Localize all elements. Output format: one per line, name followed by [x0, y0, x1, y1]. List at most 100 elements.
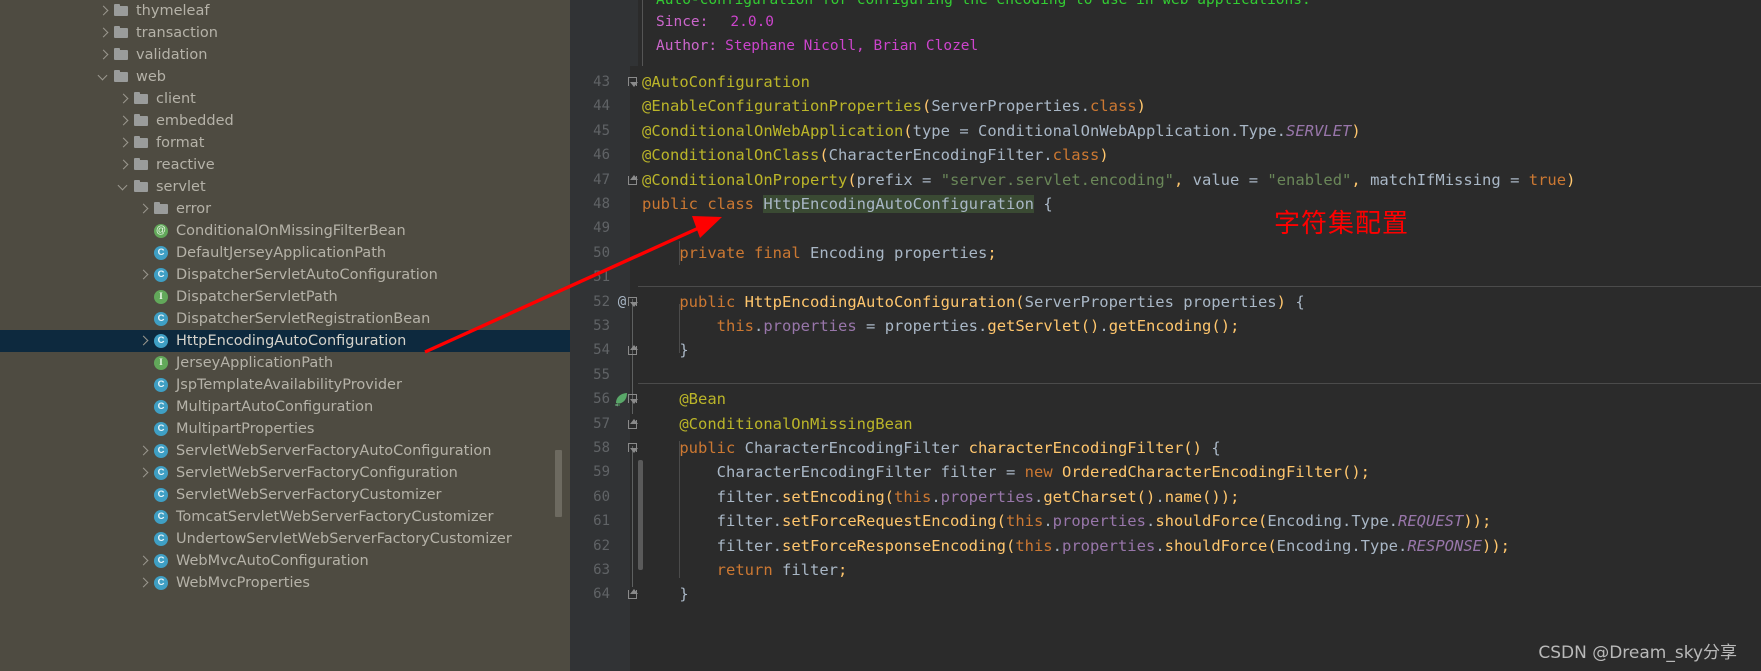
- tree-item-reactive[interactable]: reactive: [0, 154, 570, 176]
- code-line[interactable]: CharacterEncodingFilter filter = new Ord…: [642, 460, 1370, 484]
- code-line[interactable]: }: [642, 338, 688, 362]
- code-line[interactable]: @ConditionalOnMissingBean: [642, 412, 912, 436]
- fold-end-icon[interactable]: [628, 582, 641, 606]
- fold-end-icon[interactable]: [628, 338, 641, 362]
- code-token: (: [1267, 536, 1277, 555]
- code-token: ,: [1351, 170, 1361, 189]
- code-token: ;: [987, 243, 997, 262]
- code-line[interactable]: public CharacterEncodingFilter character…: [642, 436, 1220, 460]
- tree-item-label: ServletWebServerFactoryConfiguration: [176, 465, 458, 481]
- fold-collapse-icon[interactable]: [628, 436, 641, 460]
- tree-item-transaction[interactable]: transaction: [0, 22, 570, 44]
- chevron-right-icon[interactable]: [116, 154, 132, 176]
- editor-vertical-scrollbar[interactable]: [638, 460, 643, 570]
- chevron-right-icon[interactable]: [136, 264, 152, 286]
- code-token: ): [1351, 121, 1361, 140]
- tree-item-jerseyapplicationpath[interactable]: JerseyApplicationPath: [0, 352, 570, 374]
- override-at-icon[interactable]: @: [614, 290, 630, 314]
- chevron-right-icon[interactable]: [136, 550, 152, 572]
- tree-item-jsptemplateavailabilityprovider[interactable]: JspTemplateAvailabilityProvider: [0, 374, 570, 396]
- code-token: filter: [782, 561, 838, 579]
- tree-item-servletwebserverfactoryconfiguration[interactable]: ServletWebServerFactoryConfiguration: [0, 462, 570, 484]
- code-line[interactable]: public HttpEncodingAutoConfiguration(Ser…: [642, 290, 1304, 314]
- code-token: properties: [763, 317, 857, 335]
- chevron-right-icon[interactable]: [136, 198, 152, 220]
- tree-item-label: web: [136, 69, 166, 85]
- code-token: @ConditionalOnProperty: [642, 170, 848, 189]
- chevron-right-icon[interactable]: [116, 132, 132, 154]
- tree-item-embedded[interactable]: embedded: [0, 110, 570, 132]
- tree-item-servletwebserverfactorycustomizer[interactable]: ServletWebServerFactoryCustomizer: [0, 484, 570, 506]
- chevron-right-icon[interactable]: [136, 572, 152, 594]
- tree-item-undertowservletwebserverfactorycustomizer[interactable]: UndertowServletWebServerFactoryCustomize…: [0, 528, 570, 550]
- tree-item-tomcatservletwebserverfactorycustomizer[interactable]: TomcatServletWebServerFactoryCustomizer: [0, 506, 570, 528]
- tree-item-format[interactable]: format: [0, 132, 570, 154]
- chevron-right-icon[interactable]: [136, 462, 152, 484]
- tree-item-label: JerseyApplicationPath: [176, 355, 334, 371]
- code-line[interactable]: }: [642, 582, 688, 606]
- chevron-right-icon[interactable]: [96, 0, 112, 22]
- tree-item-thymeleaf[interactable]: thymeleaf: [0, 0, 570, 22]
- code-line[interactable]: @EnableConfigurationProperties(ServerPro…: [642, 94, 1146, 118]
- class-icon: [152, 242, 172, 264]
- code-token: .: [772, 487, 782, 506]
- tree-item-dispatcherservletpath[interactable]: DispatcherServletPath: [0, 286, 570, 308]
- chevron-right-icon[interactable]: [136, 440, 152, 462]
- code-token: this: [1005, 512, 1044, 531]
- chevron-right-icon[interactable]: [96, 44, 112, 66]
- code-token: "server.servlet.encoding": [940, 170, 1174, 189]
- tree-item-multipartautoconfiguration[interactable]: MultipartAutoConfiguration: [0, 396, 570, 418]
- code-line[interactable]: public class HttpEncodingAutoConfigurati…: [642, 192, 1053, 216]
- fold-end-icon[interactable]: [628, 412, 641, 436]
- code-line[interactable]: return filter;: [642, 558, 848, 582]
- code-line[interactable]: @AutoConfiguration: [642, 70, 810, 94]
- fold-collapse-icon[interactable]: [628, 70, 641, 94]
- chevron-right-icon[interactable]: [116, 88, 132, 110]
- fold-end-icon[interactable]: [628, 168, 641, 192]
- chevron-down-icon[interactable]: [116, 176, 132, 198]
- code-line[interactable]: @Bean: [642, 387, 726, 411]
- tree-item-label: WebMvcAutoConfiguration: [176, 553, 369, 569]
- tree-item-dispatcherservletregistrationbean[interactable]: DispatcherServletRegistrationBean: [0, 308, 570, 330]
- chevron-right-icon[interactable]: [136, 330, 152, 352]
- tree-item-defaultjerseyapplicationpath[interactable]: DefaultJerseyApplicationPath: [0, 242, 570, 264]
- tree-item-httpencodingautoconfiguration[interactable]: HttpEncodingAutoConfiguration: [0, 330, 570, 352]
- tree-item-servlet[interactable]: servlet: [0, 176, 570, 198]
- class-icon: [152, 308, 172, 330]
- code-line[interactable]: @ConditionalOnClass(CharacterEncodingFil…: [642, 143, 1109, 167]
- code-line[interactable]: this.properties = properties.getServlet(…: [642, 314, 1240, 338]
- line-number: 48: [593, 196, 610, 212]
- chevron-down-icon[interactable]: [96, 66, 112, 88]
- chevron-right-icon[interactable]: [116, 110, 132, 132]
- code-line[interactable]: filter.setForceRequestEncoding(this.prop…: [642, 509, 1492, 533]
- code-line[interactable]: filter.setForceResponseEncoding(this.pro…: [642, 534, 1510, 558]
- spring-bean-icon[interactable]: [612, 387, 630, 411]
- code-token: getCharset: [1043, 487, 1137, 506]
- tree-item-multipartproperties[interactable]: MultipartProperties: [0, 418, 570, 440]
- tree-item-dispatcherservletautoconfiguration[interactable]: DispatcherServletAutoConfiguration: [0, 264, 570, 286]
- chevron-right-icon[interactable]: [96, 22, 112, 44]
- code-line[interactable]: private final Encoding properties;: [642, 241, 997, 265]
- tree-item-validation[interactable]: validation: [0, 44, 570, 66]
- tree-item-webmvcautoconfiguration[interactable]: WebMvcAutoConfiguration: [0, 550, 570, 572]
- code-line[interactable]: @ConditionalOnWebApplication(type = Cond…: [642, 119, 1361, 143]
- project-tree-list[interactable]: thymeleaf transaction validation web client e…: [0, 0, 570, 594]
- tree-item-error[interactable]: error: [0, 198, 570, 220]
- tree-item-client[interactable]: client: [0, 88, 570, 110]
- tree-item-webmvcproperties[interactable]: WebMvcProperties: [0, 572, 570, 594]
- code-token: characterEncodingFilter: [968, 439, 1184, 457]
- tree-item-servletwebserverfactoryautoconfiguration[interactable]: ServletWebServerFactoryAutoConfiguration: [0, 440, 570, 462]
- code-editor[interactable]: 43 @AutoConfiguration 44 @EnableConfigurati…: [570, 0, 1761, 671]
- project-tree-panel[interactable]: thymeleaf transaction validation web client e…: [0, 0, 570, 671]
- line-number: 59: [593, 464, 610, 481]
- code-token: ): [1472, 512, 1483, 531]
- tree-item-conditionalonmissingfilterbean[interactable]: ConditionalOnMissingFilterBean: [0, 220, 570, 242]
- doc-author-value: Stephane Nicoll, Brian Clozel: [725, 38, 979, 54]
- code-line[interactable]: filter.setEncoding(this.properties.getCh…: [642, 485, 1240, 509]
- code-line[interactable]: @ConditionalOnProperty(prefix = "server.…: [642, 168, 1575, 192]
- tree-item-web[interactable]: web: [0, 66, 570, 88]
- project-tree-scrollbar[interactable]: [555, 450, 562, 517]
